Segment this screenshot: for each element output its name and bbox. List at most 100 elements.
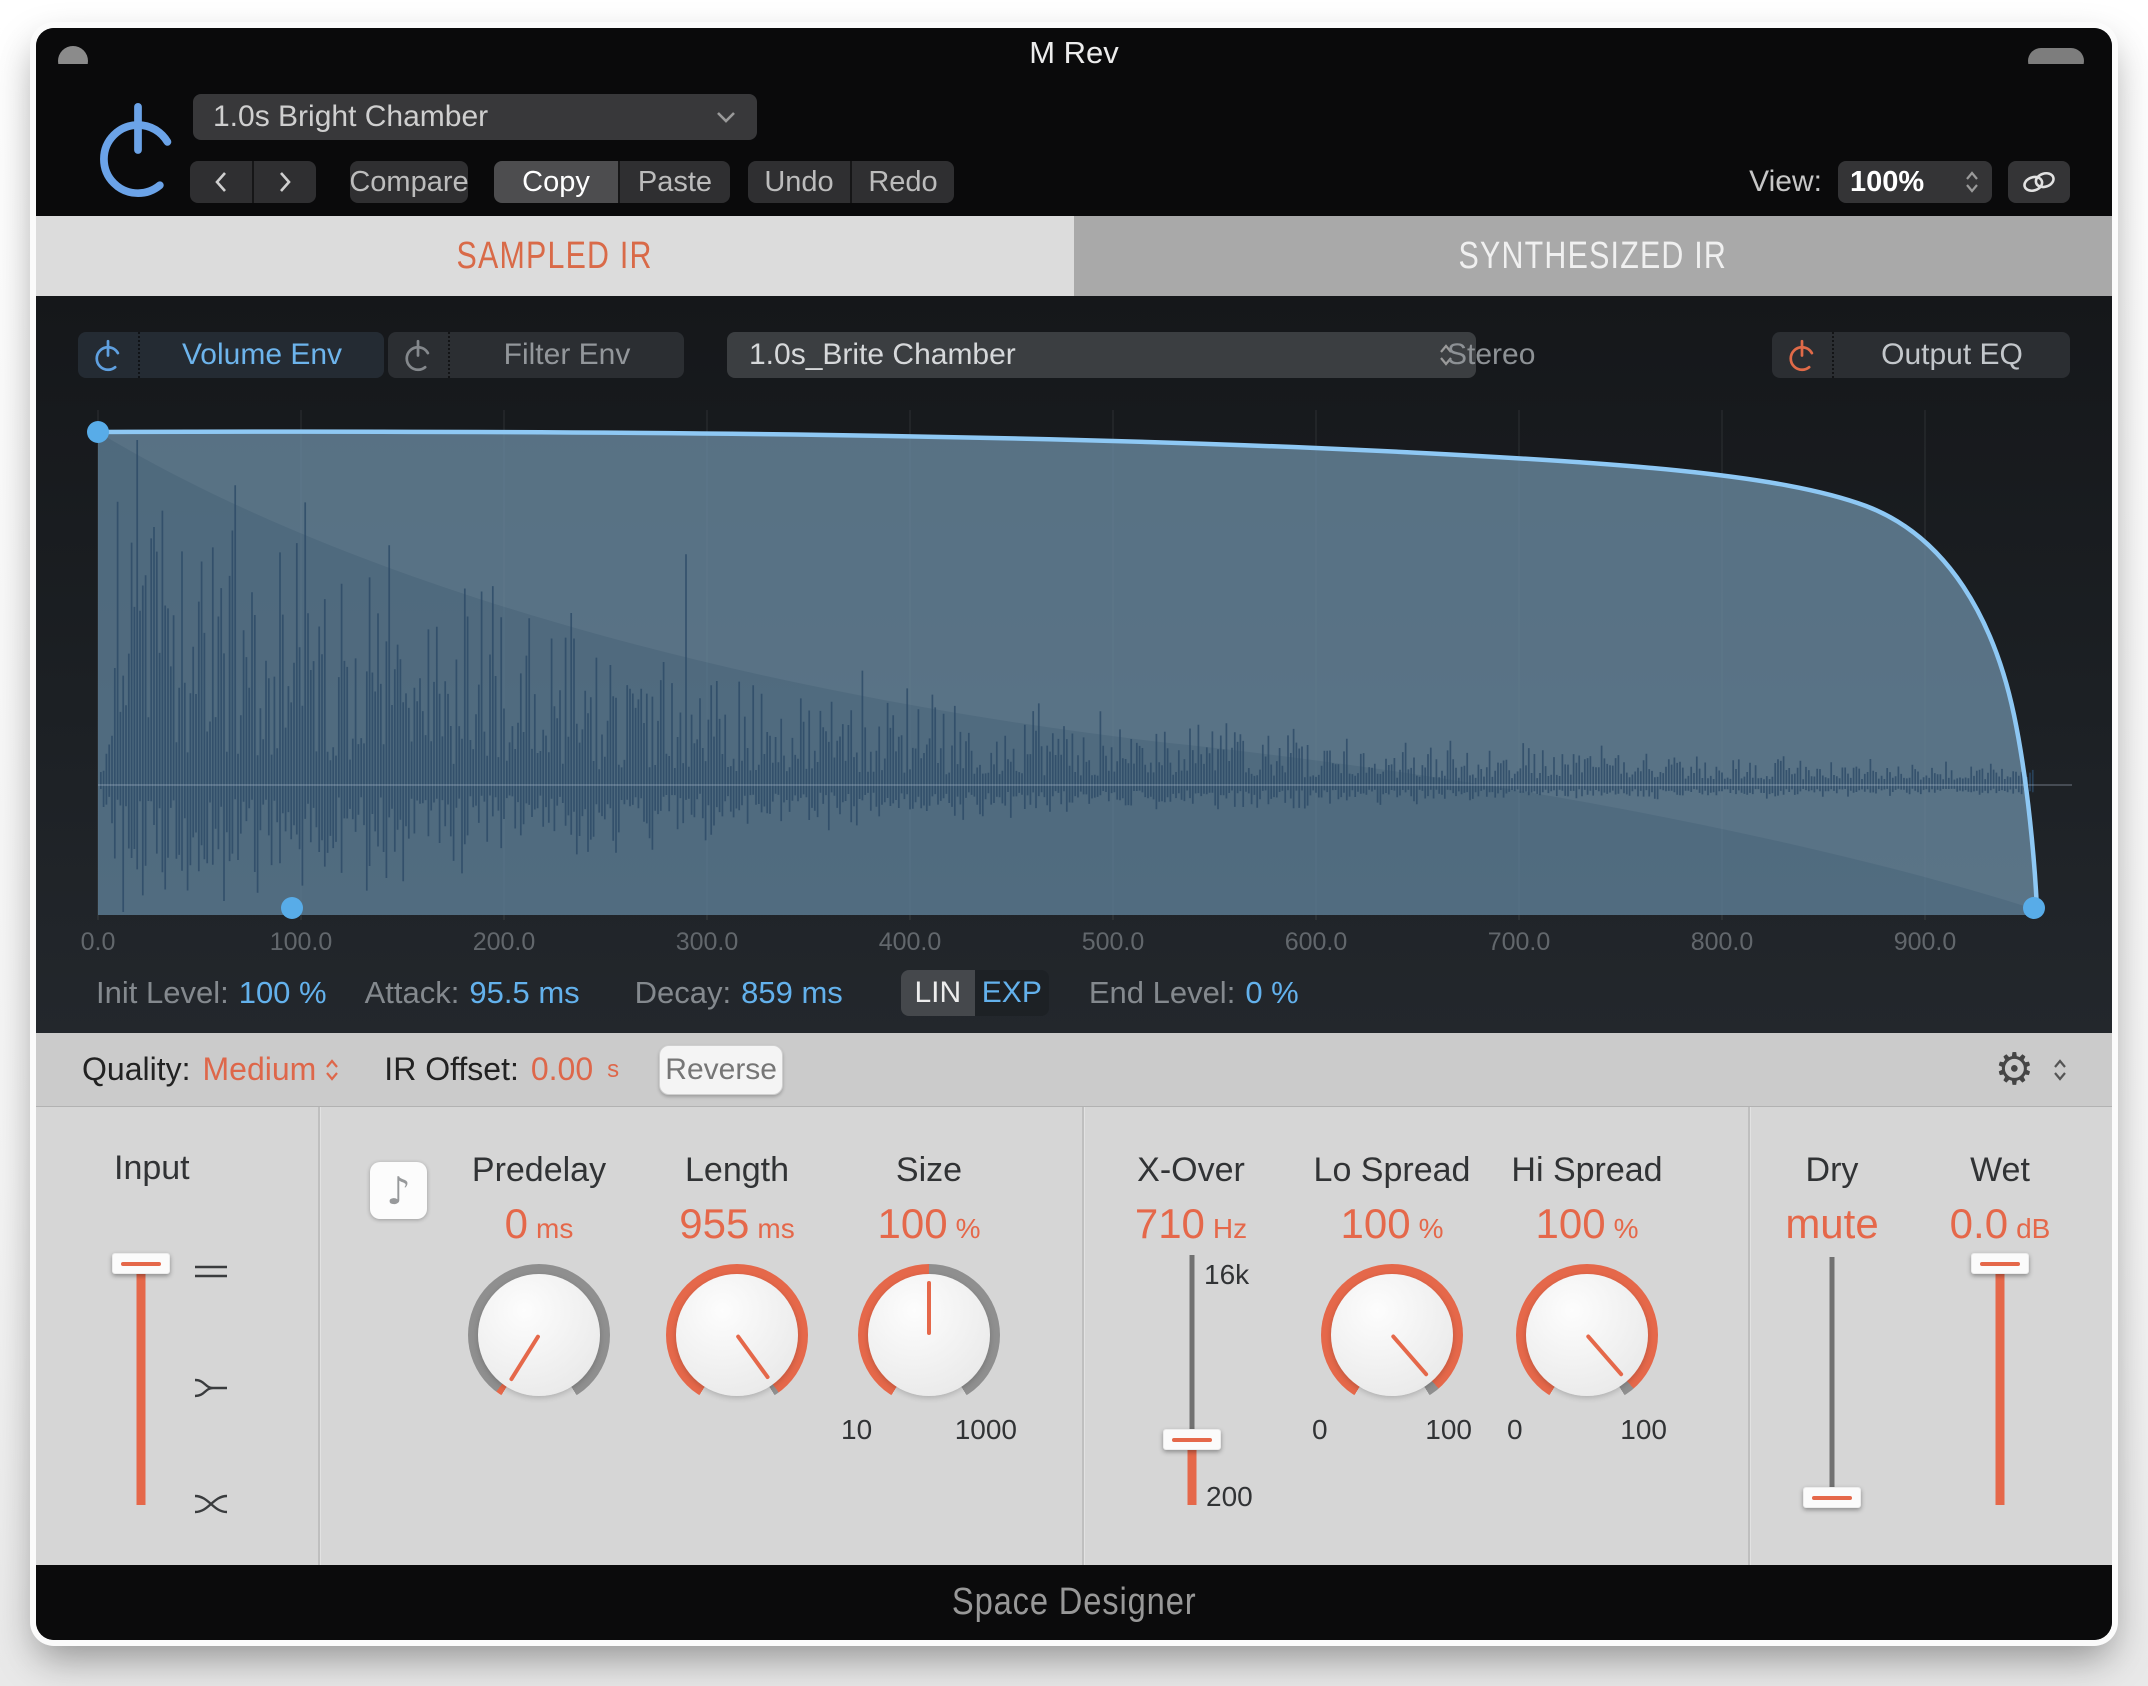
axis-tick: 300.0 — [676, 928, 739, 957]
tab-sampled-ir[interactable]: SAMPLED IR — [36, 216, 1074, 296]
lo-spread-value[interactable]: 100 — [1341, 1200, 1411, 1247]
size-control: Size 100% 101000 — [819, 1151, 1039, 1446]
hi-spread-unit: % — [1614, 1213, 1639, 1244]
ir-file-value: 1.0s_Brite Chamber — [749, 338, 1016, 372]
init-level-label: Init Level: — [96, 975, 229, 1011]
axis-tick: 800.0 — [1691, 928, 1754, 957]
ir-offset-value[interactable]: 0.00 s — [531, 1051, 619, 1088]
hi-spread-knob[interactable] — [1516, 1264, 1658, 1406]
xover-max-label: 16k — [1204, 1259, 1249, 1291]
chevron-up-down-icon[interactable] — [2052, 1056, 2068, 1084]
env-node-end[interactable] — [2023, 897, 2045, 919]
copy-paste-group: Copy Paste — [494, 161, 730, 203]
wet-slider[interactable] — [1970, 1253, 2030, 1505]
length-knob[interactable] — [666, 1264, 808, 1406]
view-zoom-value: 100% — [1850, 166, 1924, 199]
input-slider-handle[interactable] — [112, 1253, 170, 1274]
init-level-value[interactable]: 100 % — [239, 975, 327, 1011]
wet-unit: dB — [2016, 1213, 2050, 1244]
plugin-power-icon[interactable] — [92, 100, 184, 200]
volume-env-label: Volume Env — [140, 338, 384, 372]
quality-bar-right: ⚙ — [1995, 1048, 2068, 1092]
preset-dropdown[interactable]: 1.0s Bright Chamber — [193, 94, 757, 140]
attack-value[interactable]: 95.5 ms — [469, 975, 579, 1011]
volume-env-button[interactable]: Volume Env — [78, 332, 384, 378]
view-zoom-select[interactable]: 100% — [1838, 161, 1992, 203]
quality-bar: Quality: Medium IR Offset: 0.00 s Revers… — [36, 1033, 2112, 1107]
main-panel: Volume Env Filter Env 1.0s_Brite Chamber… — [36, 296, 2112, 1033]
stereo-routing-icon[interactable] — [189, 1257, 233, 1287]
xover-label: X-Over — [1081, 1151, 1301, 1190]
xover-track-upper — [1190, 1255, 1195, 1437]
gear-icon[interactable]: ⚙ — [1995, 1048, 2034, 1092]
dry-value[interactable]: mute — [1785, 1200, 1878, 1247]
tab-synthesized-ir[interactable]: SYNTHESIZED IR — [1074, 216, 2112, 296]
volume-env-power-icon[interactable] — [78, 332, 140, 378]
env-node-start[interactable] — [87, 421, 109, 443]
xover-unit: Hz — [1213, 1213, 1247, 1244]
channel-mode-label[interactable]: Stereo — [1447, 332, 1535, 378]
compare-button[interactable]: Compare — [350, 161, 468, 203]
wet-value[interactable]: 0.0 — [1950, 1200, 2008, 1247]
transport-row: Compare Copy Paste Undo Redo — [190, 161, 954, 203]
crossfeed-routing-icon[interactable] — [189, 1489, 233, 1519]
decay-value[interactable]: 859 ms — [741, 975, 843, 1011]
sync-note-button[interactable]: ♪ — [370, 1162, 427, 1219]
xover-slider-handle[interactable] — [1163, 1429, 1221, 1450]
undo-button[interactable]: Undo — [748, 161, 850, 203]
xover-control: X-Over 710 Hz — [1081, 1151, 1301, 1248]
divider — [1748, 1107, 1750, 1565]
ir-waveform-display[interactable] — [60, 410, 2090, 920]
chevron-right-icon — [278, 171, 292, 193]
size-label: Size — [819, 1151, 1039, 1190]
size-value[interactable]: 100 — [878, 1200, 948, 1247]
end-level-value[interactable]: 0 % — [1245, 975, 1298, 1011]
paste-button[interactable]: Paste — [618, 161, 730, 203]
wet-label: Wet — [1920, 1151, 2080, 1190]
axis-tick: 0.0 — [81, 928, 116, 957]
merge-routing-icon[interactable] — [189, 1373, 233, 1403]
next-preset-button[interactable] — [252, 161, 316, 203]
filter-env-power-icon[interactable] — [388, 332, 450, 378]
xover-value[interactable]: 710 — [1135, 1200, 1205, 1247]
output-eq-power-icon[interactable] — [1772, 332, 1834, 378]
input-slider[interactable] — [111, 1253, 171, 1505]
chevron-up-down-icon — [1964, 168, 1980, 196]
prev-preset-button[interactable] — [190, 161, 252, 203]
lo-spread-unit: % — [1419, 1213, 1444, 1244]
ir-file-dropdown[interactable]: 1.0s_Brite Chamber — [727, 332, 1476, 378]
size-unit: % — [956, 1213, 981, 1244]
predelay-knob[interactable] — [468, 1264, 610, 1406]
quality-select[interactable]: Medium — [202, 1051, 340, 1088]
link-button[interactable] — [2008, 161, 2070, 203]
reverse-button[interactable]: Reverse — [659, 1045, 783, 1095]
wet-slider-track — [1996, 1267, 2005, 1505]
copy-button[interactable]: Copy — [494, 161, 618, 203]
size-min: 10 — [841, 1414, 872, 1446]
redo-button[interactable]: Redo — [850, 161, 954, 203]
env-node-attack[interactable] — [281, 897, 303, 919]
output-eq-label: Output EQ — [1834, 338, 2070, 372]
plugin-header: 1.0s Bright Chamber Compare — [36, 64, 2112, 216]
length-value[interactable]: 955 — [679, 1200, 749, 1247]
hi-spread-value[interactable]: 100 — [1536, 1200, 1606, 1247]
exp-button[interactable]: EXP — [975, 970, 1049, 1016]
params-panel: Input ♪ Predelay 0ms Length — [36, 1107, 2112, 1565]
size-knob[interactable] — [858, 1264, 1000, 1406]
predelay-value[interactable]: 0 — [505, 1200, 528, 1247]
view-controls: View: 100% — [1749, 161, 2070, 203]
length-unit: ms — [757, 1213, 794, 1244]
lo-spread-knob[interactable] — [1321, 1264, 1463, 1406]
input-label: Input — [114, 1149, 190, 1188]
chevron-down-icon — [715, 110, 737, 124]
plugin-footer: Space Designer — [36, 1565, 2112, 1640]
note-icon: ♪ — [386, 1169, 410, 1213]
filter-env-button[interactable]: Filter Env — [388, 332, 684, 378]
lin-button[interactable]: LIN — [901, 970, 975, 1016]
output-eq-button[interactable]: Output EQ — [1772, 332, 2070, 378]
wet-slider-handle[interactable] — [1971, 1253, 2029, 1274]
dry-slider[interactable] — [1802, 1253, 1862, 1505]
ir-mode-tabs: SAMPLED IR SYNTHESIZED IR — [36, 216, 2112, 296]
filter-env-label: Filter Env — [450, 338, 684, 372]
dry-slider-handle[interactable] — [1803, 1487, 1861, 1508]
